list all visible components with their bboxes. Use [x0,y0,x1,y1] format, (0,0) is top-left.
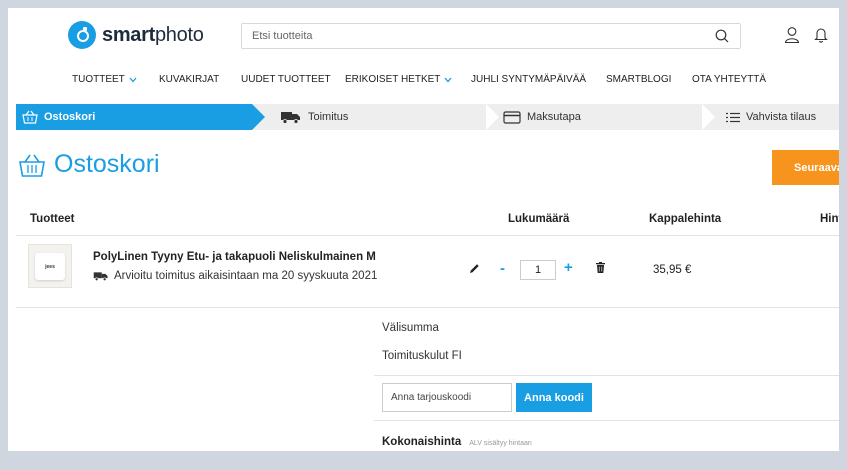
smartphoto-logo[interactable]: smartphoto [68,20,204,50]
summary-divider [374,420,839,421]
basket-icon [19,154,45,177]
header-products: Tuotteet [30,213,75,225]
logo-text-regular: photo [154,23,204,46]
quantity-decrease-button[interactable]: - [500,261,505,276]
page: smartphoto TUOTTEET KUVAKIRJAT UUDET TUO… [8,8,839,451]
list-icon [726,112,740,122]
step-toimitus[interactable]: Toimitus [280,104,348,130]
product-thumbnail[interactable]: jees [28,244,72,288]
nav-item-label: JUHLI SYNTYMÄPÄIVÄÄ [471,74,587,85]
trash-icon[interactable] [596,262,605,273]
shipping-label: Toimituskulut FI [382,350,462,362]
subtotal-label: Välisumma [382,322,439,334]
step-vahvista-tilaus[interactable]: Vahvista tilaus [726,104,816,130]
header-price: Hint [820,213,839,225]
step-separator [702,104,715,130]
total-label-text: Kokonaishinta [382,436,462,448]
logo-text-bold: smart [102,23,155,46]
logo-text: smartphoto [102,24,204,47]
delivery-text: Arvioitu toimitus aikaisintaan ma 20 syy… [114,270,378,282]
summary-divider [374,375,839,376]
delivery-estimate: Arvioitu toimitus aikaisintaan ma 20 syy… [93,270,377,282]
step-label: Ostoskori [44,111,96,123]
logo-mark-icon [68,21,96,49]
promo-code-input[interactable] [382,383,512,412]
step-ostoskori[interactable]: Ostoskori [16,104,265,130]
step-label: Toimitus [308,111,349,123]
credit-card-icon [503,110,521,124]
step-label: Vahvista tilaus [746,111,817,123]
apply-promo-button[interactable]: Anna koodi [516,383,592,412]
checkout-steps: Ostoskori Toimitus Maksutapa Vahvista ti… [16,104,839,130]
product-name[interactable]: PolyLinen Tyyny Etu- ja takapuoli Nelisk… [93,251,376,263]
step-content: Ostoskori [22,104,95,130]
nav-item-erikoiset-hetket[interactable]: ERIKOISET HETKET [345,74,452,85]
nav-item-label: KUVAKIRJAT [159,74,220,85]
nav-item-label: TUOTTEET [72,74,125,85]
quantity-input[interactable] [520,260,556,280]
bell-icon[interactable] [814,26,828,44]
unit-price: 35,95 € [653,264,692,276]
edit-pencil-icon[interactable] [469,263,480,274]
nav-item-label: OTA YHTEYTTÄ [692,74,767,85]
search-input[interactable] [252,30,714,42]
header-divider [16,235,839,236]
pillow-image: jees [35,253,65,280]
nav-item-label: SMARTBLOGI [606,74,672,85]
quantity-increase-button[interactable]: + [564,260,573,275]
user-icon[interactable] [784,26,800,44]
vat-note: ALV sisältyy hintaan [469,440,532,447]
step-separator [486,104,499,130]
pillow-print-text: jees [45,263,55,270]
truck-icon [93,272,108,282]
header-unit-price: Kappalehinta [649,213,722,225]
nav-item-smartblogi[interactable]: SMARTBLOGI [606,74,671,85]
chevron-down-icon [129,77,137,82]
page-title: Ostoskori [18,150,160,179]
nav-item-uudet-tuotteet[interactable]: UUDET TUOTTEET [241,74,331,85]
search-icon[interactable] [714,28,730,44]
step-maksutapa[interactable]: Maksutapa [503,104,581,130]
search-bar[interactable] [241,23,741,49]
row-divider [16,307,839,308]
nav-item-juhli-syntymapaivaa[interactable]: JUHLI SYNTYMÄPÄIVÄÄ [471,74,586,85]
basket-icon [22,110,38,124]
page-title-text: Ostoskori [54,150,160,178]
nav-item-label: UUDET TUOTTEET [241,74,331,85]
truck-icon [281,112,300,124]
nav-item-kuvakirjat[interactable]: KUVAKIRJAT [159,74,219,85]
nav-item-ota-yhteytta[interactable]: OTA YHTEYTTÄ [692,74,766,85]
chevron-down-icon [444,77,452,82]
next-button[interactable]: Seuraava [772,150,839,185]
main-nav: TUOTTEET KUVAKIRJAT UUDET TUOTTEET ERIKO… [8,74,839,90]
nav-item-tuotteet[interactable]: TUOTTEET [72,74,137,85]
total-label: Kokonaishinta ALV sisältyy hintaan [382,436,532,448]
step-label: Maksutapa [527,111,581,123]
nav-item-label: ERIKOISET HETKET [345,74,441,85]
header-quantity: Lukumäärä [508,213,570,225]
